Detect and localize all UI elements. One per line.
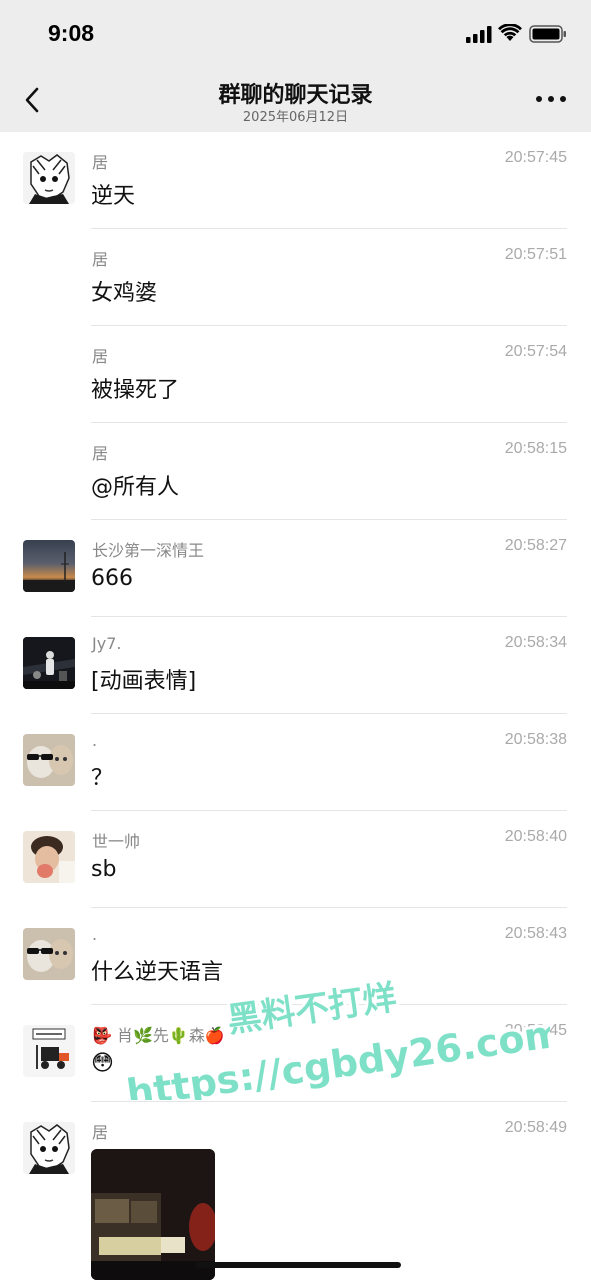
message-text: ？	[91, 766, 114, 791]
chat-message[interactable]: 居 20:58:15 @所有人	[0, 423, 591, 520]
message-text: 逆天	[91, 184, 136, 209]
message-time: 20:58:49	[504, 1119, 567, 1136]
sender-name: 👺 肖🌿先🌵森🍎	[92, 1026, 225, 1045]
chat-message[interactable]: 居 20:57:54 被操死了	[0, 326, 591, 423]
message-emoji: 😳	[91, 1051, 114, 1076]
sender-name: 长沙第一深情王	[92, 541, 205, 560]
chat-message[interactable]: 👺 肖🌿先🌵森🍎 20:58:45 😳	[0, 1005, 591, 1102]
sender-name: 居	[92, 250, 109, 269]
message-time: 20:58:15	[504, 440, 567, 457]
page-subtitle: 2025年06月12日	[242, 110, 349, 125]
message-time: 20:57:54	[504, 343, 567, 360]
home-indicator	[195, 1262, 401, 1268]
message-time: 20:58:38	[504, 731, 567, 748]
message-time: 20:57:51	[504, 246, 567, 263]
avatar[interactable]	[23, 540, 75, 592]
message-text: 女鸡婆	[91, 281, 158, 306]
avatar[interactable]	[23, 831, 75, 883]
sender-name: 居	[92, 444, 109, 463]
message-time: 20:58:43	[504, 925, 567, 942]
message-time: 20:58:45	[504, 1022, 567, 1039]
avatar[interactable]	[23, 928, 75, 980]
chat-message[interactable]: 居 20:57:51 女鸡婆	[0, 229, 591, 326]
sender-name: .	[92, 731, 98, 750]
message-text: [动画表情]	[91, 669, 197, 694]
message-text: 什么逆天语言	[91, 960, 224, 985]
more-options-icon[interactable]	[536, 96, 566, 104]
page-title: 群聊的聊天记录	[218, 83, 373, 108]
avatar[interactable]	[23, 734, 75, 786]
photo-message-image[interactable]	[91, 1149, 215, 1280]
sender-name: .	[92, 925, 98, 944]
message-text: 666	[91, 566, 133, 591]
chat-message[interactable]: . 20:58:38 ？	[0, 714, 591, 811]
avatar[interactable]	[23, 1122, 75, 1174]
sender-name: 世一帅	[92, 832, 141, 851]
message-text: @所有人	[91, 475, 180, 500]
battery-icon	[529, 25, 566, 43]
chat-message[interactable]: 居 20:57:45 逆天	[0, 132, 591, 229]
status-bar: 9:08	[0, 0, 591, 64]
avatar[interactable]	[23, 1025, 75, 1077]
message-time: 20:58:34	[504, 634, 567, 651]
avatar[interactable]	[23, 152, 75, 204]
message-time: 20:58:27	[504, 537, 567, 554]
sender-name: 居	[92, 1123, 109, 1142]
sender-name: 居	[92, 153, 109, 172]
chat-message[interactable]: 长沙第一深情王 20:58:27 666	[0, 520, 591, 617]
nav-bar: 群聊的聊天记录 2025年06月12日	[0, 64, 591, 132]
chat-message[interactable]: 居 20:58:49	[0, 1102, 591, 1280]
chat-message[interactable]: Jy7. 20:58:34 [动画表情]	[0, 617, 591, 714]
message-text: 被操死了	[91, 378, 180, 403]
message-time: 20:57:45	[504, 149, 567, 166]
wifi-icon	[498, 24, 522, 41]
avatar[interactable]	[23, 637, 75, 689]
message-text: sb	[91, 857, 117, 882]
sender-name: Jy7.	[92, 634, 122, 653]
sender-name: 居	[92, 347, 109, 366]
message-time: 20:58:40	[504, 828, 567, 845]
status-time: 9:08	[48, 20, 95, 46]
chat-message[interactable]: 世一帅 20:58:40 sb	[0, 811, 591, 908]
chat-message[interactable]: . 20:58:43 什么逆天语言	[0, 908, 591, 1005]
cellular-signal-icon	[466, 26, 492, 43]
